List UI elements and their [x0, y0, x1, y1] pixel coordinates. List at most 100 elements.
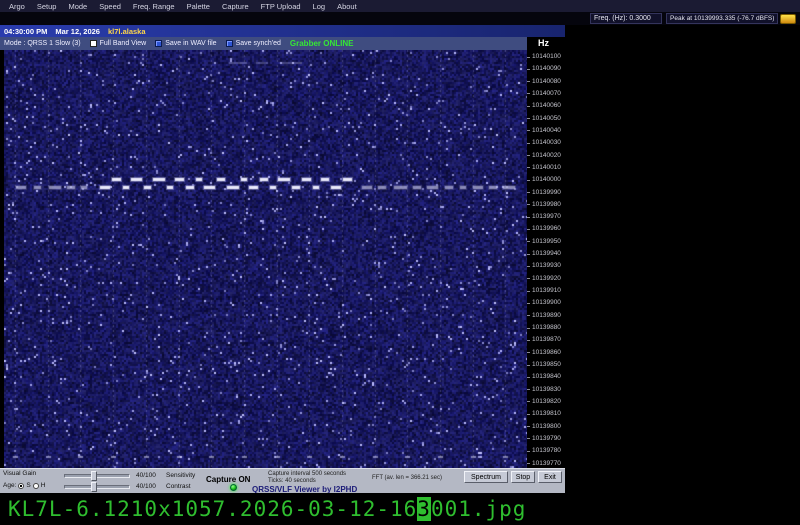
freq-scale-tick [527, 229, 530, 230]
contrast-label: Contrast [166, 483, 191, 490]
sensitivity-slider[interactable] [64, 474, 130, 478]
freq-scale-tick [527, 155, 530, 156]
freq-scale-tick [527, 291, 530, 292]
spectrum-button[interactable]: Spectrum [464, 471, 508, 483]
freq-scale-tick [527, 57, 530, 58]
ticks-info-text: Ticks: 40 seconds [268, 478, 316, 484]
menu-argo[interactable]: Argo [3, 2, 31, 11]
caption-text-post: 001.jpg [431, 497, 527, 521]
peak-readout: Peak at 10139993.335 (-76.7 dBFS) [666, 13, 778, 24]
menu-palette[interactable]: Palette [181, 2, 216, 11]
stop-button[interactable]: Stop [511, 471, 535, 483]
visual-gain-label: Visual Gain [3, 470, 36, 477]
age-radio-h[interactable] [33, 483, 39, 489]
freq-scale-label: 10139890 [527, 313, 561, 319]
freq-scale-tick [527, 315, 530, 316]
sensitivity-slider-thumb[interactable] [91, 471, 97, 481]
freq-scale-tick [527, 93, 530, 94]
freq-readout: Freq. (Hz): 0.3000 [590, 13, 662, 24]
freq-scale-label: 10139960 [527, 226, 561, 232]
freq-scale-tick [527, 414, 530, 415]
waterfall-display[interactable] [4, 50, 527, 468]
freq-scale-tick [527, 389, 530, 390]
freq-scale-label: 10139820 [527, 399, 561, 405]
contrast-value: 40/100 [136, 483, 156, 490]
freq-scale-tick [527, 438, 530, 439]
checkbox-icon[interactable] [90, 40, 97, 47]
age-control: Age: S H [3, 482, 45, 489]
mode-label: Mode : QRSS 1 Slow (3) [4, 40, 81, 47]
freq-scale-label: 10139770 [527, 461, 561, 467]
caption-text-pre: KL7L-6.1210x1057.2026-03-12-16 [8, 497, 417, 521]
clock-text: 04:30:00 PM [4, 27, 47, 36]
freq-scale-label: 10140010 [527, 165, 561, 171]
menu-mode[interactable]: Mode [62, 2, 93, 11]
freq-scale-label: 10139930 [527, 263, 561, 269]
status-bar: Visual Gain Age: S H 40/100 Sensitivity … [0, 468, 565, 493]
freq-scale-tick [527, 130, 530, 131]
age-option-label-s: S [26, 482, 30, 489]
option-label: Save in WAV file [165, 40, 216, 47]
freq-scale-tick [527, 451, 530, 452]
freq-scale-label: 10139970 [527, 214, 561, 220]
freq-scale-label: 10140100 [527, 54, 561, 60]
freq-scale-label: 10140000 [527, 177, 561, 183]
mode-options: Full Band View Save in WAV file Save synch… [90, 40, 281, 47]
contrast-slider[interactable] [64, 485, 130, 489]
freq-scale-label: 10139880 [527, 325, 561, 331]
header-info-row: Freq. (Hz): 0.3000 Peak at 10139993.335 … [0, 13, 800, 25]
menu-capture[interactable]: Capture [216, 2, 255, 11]
menu-setup[interactable]: Setup [31, 2, 63, 11]
grabber-screenshot: Argo Setup Mode Speed Freq. Range Palette Capt… [0, 0, 800, 525]
freq-scale-label: 10139910 [527, 288, 561, 294]
freq-scale-tick [527, 426, 530, 427]
freq-scale-label: 10140090 [527, 66, 561, 72]
freq-scale-label: 10139840 [527, 374, 561, 380]
freq-scale-tick [527, 180, 530, 181]
option-label: Save synch'ed [236, 40, 281, 47]
freq-readout-label: Freq. (Hz): [594, 15, 627, 22]
option-save-synch-ed[interactable]: Save synch'ed [226, 40, 281, 47]
menu-about[interactable]: About [331, 2, 363, 11]
freq-scale-tick [527, 192, 530, 193]
freq-scale-tick [527, 377, 530, 378]
time-bar: 04:30:00 PM Mar 12, 2026 kl7l.alaska [0, 25, 565, 37]
menu-log[interactable]: Log [307, 2, 332, 11]
menu-speed[interactable]: Speed [93, 2, 127, 11]
freq-scale-tick [527, 81, 530, 82]
fft-info-text: FFT (av. len = 366.21 sec) [372, 475, 442, 481]
age-option-label-h: H [41, 482, 46, 489]
freq-scale-label: 10140060 [527, 103, 561, 109]
freq-scale-tick [527, 217, 530, 218]
freq-scale-label: 10139790 [527, 436, 561, 442]
freq-scale-tick [527, 340, 530, 341]
freq-scale-tick [527, 241, 530, 242]
freq-scale-tick [527, 352, 530, 353]
age-radio-s[interactable] [18, 483, 24, 489]
sync-icon[interactable] [226, 40, 233, 47]
exit-button[interactable]: Exit [538, 471, 562, 483]
freq-scale-tick [527, 463, 530, 464]
freq-scale-tick [527, 118, 530, 119]
app-logo-icon [780, 14, 796, 24]
freq-scale-tick [527, 143, 530, 144]
option-full-band-view[interactable]: Full Band View [90, 40, 147, 47]
freq-scale-label: 10140050 [527, 116, 561, 122]
contrast-slider-thumb[interactable] [91, 482, 97, 492]
option-label: Full Band View [100, 40, 147, 47]
caption-cursor: 3 [417, 497, 431, 521]
freq-scale-tick [527, 328, 530, 329]
scale-unit-label: Hz [538, 38, 549, 48]
wav-icon[interactable] [155, 40, 162, 47]
mode-bar: Mode : QRSS 1 Slow (3) Full Band View Sav… [0, 37, 527, 50]
freq-scale-label: 10140020 [527, 153, 561, 159]
option-save-in-wav-file[interactable]: Save in WAV file [155, 40, 216, 47]
freq-scale-tick [527, 365, 530, 366]
freq-scale-tick [527, 401, 530, 402]
menu-freq-range[interactable]: Freq. Range [127, 2, 181, 11]
freq-scale-label: 10139800 [527, 424, 561, 430]
station-text: kl7l.alaska [108, 27, 146, 36]
freq-scale-tick [527, 266, 530, 267]
menu-ftp-upload[interactable]: FTP Upload [255, 2, 307, 11]
sensitivity-value: 40/100 [136, 472, 156, 479]
